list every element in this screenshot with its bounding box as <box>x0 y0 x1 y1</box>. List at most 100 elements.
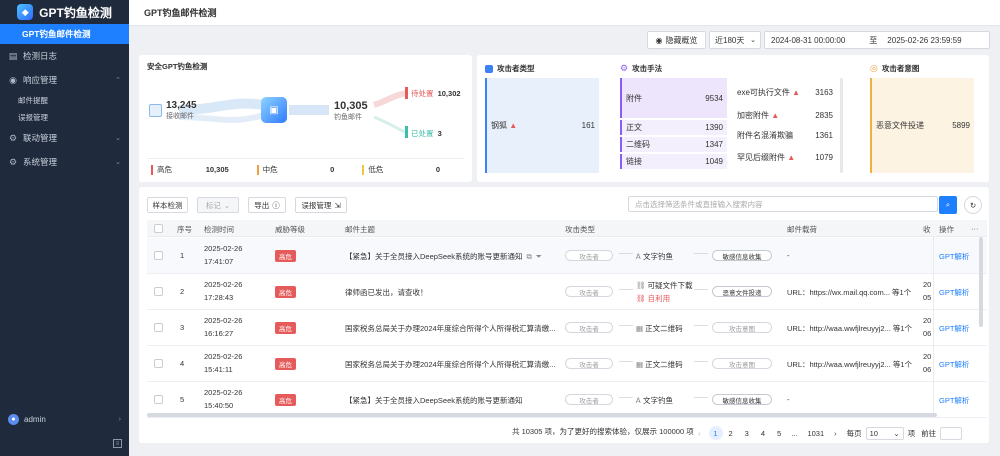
attack-intent-item[interactable]: 恶意文件投递 5899 <box>870 78 974 173</box>
page-1[interactable]: 1 <box>708 426 723 440</box>
sidebar-item-response[interactable]: ◉ 响应管理 ⌃ <box>0 68 129 92</box>
user-menu[interactable]: ● admin › <box>8 414 121 425</box>
table-row[interactable]: 4 2025-02-26 15:41:11 高危 国家税务总局关于办理2024年度综合所… <box>147 346 987 382</box>
row-checkbox[interactable] <box>154 251 163 260</box>
row-time: 17:28:43 <box>204 293 234 302</box>
export-button[interactable]: 导出 ⓘ <box>248 197 286 213</box>
select-all-checkbox[interactable] <box>154 224 163 233</box>
row-checkbox[interactable] <box>154 287 163 296</box>
false-alarm-button[interactable]: 误报管理 ⇲ <box>295 197 347 213</box>
vertical-scrollbar[interactable] <box>979 237 983 327</box>
phish-label: 钓鱼邮件 <box>334 114 362 121</box>
gpt-analyze-link[interactable]: GPT解析 <box>939 395 969 406</box>
table-row[interactable]: 1 2025-02-26 17:41:07 高危 【紧急】关于全员接入DeepSeek系… <box>147 238 987 274</box>
gpt-analyze-link[interactable]: GPT解析 <box>939 251 969 262</box>
search-button[interactable]: ⌕ <box>939 196 957 214</box>
sidebar-item-gpt-phish-detect[interactable]: GPT钓鱼邮件检测 <box>0 24 129 44</box>
sidebar-subitem-false-alarm[interactable]: 误报管理 <box>0 109 129 126</box>
more-columns-icon[interactable]: ··· <box>971 224 979 233</box>
attacker-type-item[interactable]: 钢狐 ▲ 161 <box>485 78 599 173</box>
gpt-analyze-link[interactable]: GPT解析 <box>939 359 969 370</box>
intent-pill[interactable]: 恶意文件投递 <box>712 286 772 297</box>
method-detail-label: 罕见后缀附件 <box>737 152 785 162</box>
gpt-analyze-link[interactable]: GPT解析 <box>939 287 969 298</box>
date-range-picker[interactable]: 2024-08-31 00:00:00 至 2025-02-26 23:59:5… <box>764 31 990 49</box>
attack-method-text: 文字钓鱼 <box>643 396 674 405</box>
mark-button[interactable]: 标记 ⌄ <box>197 197 239 213</box>
received-node: 13,245 接收邮件 <box>149 100 197 121</box>
done-count: 3 <box>437 129 442 138</box>
row-subject[interactable]: 国家税务总局关于办理2024年度综合所得个人所得税汇算清缴... <box>345 323 555 334</box>
row-checkbox[interactable] <box>154 323 163 332</box>
intent-pill[interactable]: 攻击意图 <box>712 358 772 369</box>
attack-intent-title: ◎ 攻击者意图 <box>870 63 919 74</box>
method-detail-label: exe可执行文件 <box>737 87 790 97</box>
method-item-3[interactable]: 链接 1049 <box>620 154 727 169</box>
method-scrollbar[interactable] <box>840 78 843 173</box>
row-subject[interactable]: 【紧急】关于全员接入DeepSeek系统的账号更新通知 <box>345 395 523 406</box>
gpt-analyze-link[interactable]: GPT解析 <box>939 323 969 334</box>
row-subject[interactable]: 律师函已发出，请查收！ <box>345 287 428 298</box>
method-detail-1[interactable]: 加密附件 ▲ 2835 <box>733 108 837 122</box>
sidebar-item-linkage[interactable]: ⚙ 联动管理 ⌄ <box>0 126 129 150</box>
row-checkbox[interactable] <box>154 359 163 368</box>
row-subject[interactable]: 【紧急】关于全员接入DeepSeek系统的账号更新通知 ⧉ ⏷ <box>345 251 542 262</box>
method-detail-3[interactable]: 罕见后缀附件 ▲ 1079 <box>733 150 837 164</box>
table-row[interactable]: 2 2025-02-26 17:28:43 高危 律师函已发出，请查收！ 攻击者 —— ⛓ 可疑… <box>147 274 987 310</box>
attacker-pill[interactable]: 攻击者 <box>565 286 613 297</box>
page-4[interactable]: 4 <box>761 429 765 438</box>
row-received-2: 06 <box>923 365 932 374</box>
attacker-type-label: 钢狐 <box>491 121 507 130</box>
hide-overview-button[interactable]: ◉ 隐藏概览 <box>647 31 706 49</box>
per-page-select[interactable]: 10 ⌄ <box>865 426 904 440</box>
next-page-icon[interactable]: › <box>834 429 837 438</box>
method-label: 链接 <box>626 157 642 166</box>
time-range-select[interactable]: 近180天 ⌄ <box>709 31 761 49</box>
threat-level-badge: 高危 <box>275 250 296 262</box>
prev-page-icon[interactable]: ‹ <box>698 429 701 438</box>
method-detail-0[interactable]: exe可执行文件 ▲ 3163 <box>733 85 837 99</box>
row-time: 15:40:50 <box>204 401 234 410</box>
row-time: 17:41:07 <box>204 257 234 266</box>
refresh-button[interactable]: ↻ <box>964 196 982 214</box>
row-checkbox[interactable] <box>154 395 163 404</box>
method-detail-2[interactable]: 附件名混淆欺骗 1361 <box>733 128 837 142</box>
goto-page-input[interactable] <box>940 426 963 440</box>
intent-pill[interactable]: 敏感信息收集 <box>712 250 772 261</box>
collapse-sidebar-icon[interactable]: ≡ <box>113 439 122 448</box>
row-subject[interactable]: 国家税务总局关于办理2024年度综合所得个人所得税汇算清缴... <box>345 359 555 370</box>
attack-method: ▦ 正文二维码 <box>636 323 683 334</box>
sample-detect-button[interactable]: 样本检测 <box>147 197 188 213</box>
page-title: GPT钓鱼邮件检测 <box>129 0 1000 26</box>
row-no: 2 <box>180 287 185 296</box>
page-3[interactable]: 3 <box>745 429 749 438</box>
sidebar-item-label: 响应管理 <box>23 75 58 85</box>
copy-icon[interactable]: ⧉ <box>527 252 532 261</box>
attacker-pill[interactable]: 攻击者 <box>565 322 613 333</box>
attacker-pill[interactable]: 攻击者 <box>565 358 613 369</box>
log-icon: ▤ <box>8 50 18 61</box>
page-last[interactable]: 1031 <box>807 429 824 438</box>
search-input[interactable]: 点击选择筛选条件或直接输入搜索内容 <box>628 196 938 212</box>
attacker-type-label: 攻击者类型 <box>497 64 535 73</box>
sidebar-item-system[interactable]: ⚙ 系统管理 ⌄ <box>0 150 129 174</box>
attack-method: Ꭺ 文字钓鱼 <box>636 395 673 406</box>
hide-overview-label: 隐藏概览 <box>665 35 698 45</box>
horizontal-scrollbar[interactable] <box>147 413 937 417</box>
table-row[interactable]: 3 2025-02-26 16:16:27 高危 国家税务总局关于办理2024年度综合所… <box>147 310 987 346</box>
attacker-pill[interactable]: 攻击者 <box>565 394 613 405</box>
intent-pill[interactable]: 攻击意图 <box>712 322 772 333</box>
page-ellipsis[interactable]: ... <box>791 429 797 438</box>
page-5[interactable]: 5 <box>777 429 781 438</box>
page-2[interactable]: 2 <box>729 429 733 438</box>
attacker-pill[interactable]: 攻击者 <box>565 250 613 261</box>
method-item-0[interactable]: 附件 9534 <box>620 78 727 118</box>
arrow-right-icon: —— <box>694 358 708 365</box>
method-item-2[interactable]: 二维码 1347 <box>620 137 727 152</box>
sidebar-item-detect-log[interactable]: ▤ 检测日志 <box>0 44 129 68</box>
method-icon: ▦ <box>636 360 644 369</box>
intent-pill[interactable]: 敏感信息收集 <box>712 394 772 405</box>
sidebar-subitem-mail-alert[interactable]: 邮件提醒 <box>0 92 129 109</box>
method-item-1[interactable]: 正文 1390 <box>620 120 727 135</box>
filter-icon[interactable]: ⏷ <box>536 252 542 261</box>
